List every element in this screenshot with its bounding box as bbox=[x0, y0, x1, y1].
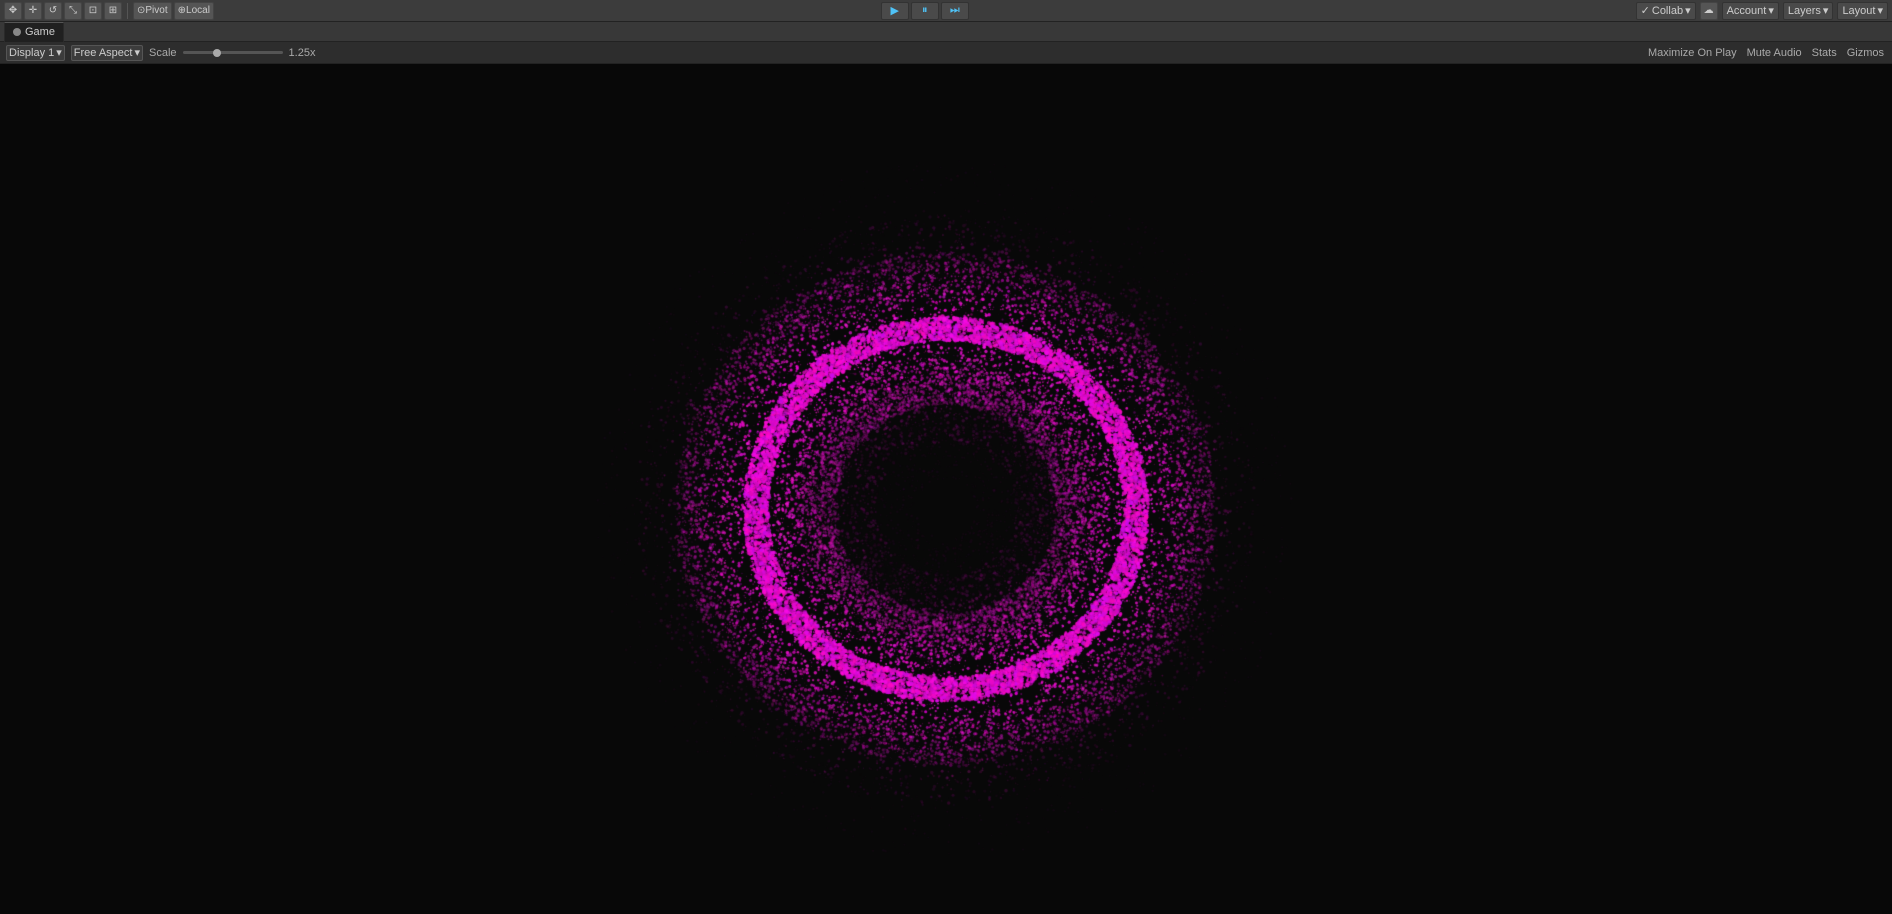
tab-bar: Game bbox=[0, 22, 1892, 42]
layers-chevron-icon: ▾ bbox=[1823, 4, 1829, 17]
scale-tool-button[interactable]: ⤡ bbox=[64, 2, 82, 20]
scale-slider[interactable] bbox=[183, 51, 283, 54]
collab-chevron-icon: ▾ bbox=[1685, 4, 1691, 17]
rect-tool-button[interactable]: ⊡ bbox=[84, 2, 102, 20]
layout-label: Layout bbox=[1842, 5, 1875, 17]
game-viewport bbox=[0, 64, 1892, 914]
aspect-chevron-icon: ▾ bbox=[134, 46, 140, 59]
pivot-button[interactable]: ⊙ Pivot bbox=[133, 2, 172, 20]
transform-tool-button[interactable]: ✥ bbox=[4, 2, 22, 20]
rotate-tool-button[interactable]: ↺ bbox=[44, 2, 62, 20]
scale-label: Scale bbox=[149, 47, 177, 59]
game-toolbar: Display 1 ▾ Free Aspect ▾ Scale 1.25x Ma… bbox=[0, 42, 1892, 64]
cloud-icon: ☁ bbox=[1704, 5, 1714, 16]
mute-audio-button[interactable]: Mute Audio bbox=[1745, 47, 1804, 59]
account-chevron-icon: ▾ bbox=[1768, 4, 1774, 17]
game-tab-icon bbox=[13, 28, 21, 36]
layout-chevron-icon: ▾ bbox=[1877, 4, 1883, 17]
display-select[interactable]: Display 1 ▾ bbox=[6, 45, 65, 61]
step-button[interactable]: ⏭ bbox=[941, 2, 969, 20]
local-button[interactable]: ⊕ Local bbox=[174, 2, 214, 20]
play-controls: ▶ ⏸ ⏭ bbox=[216, 2, 1634, 20]
display-chevron-icon: ▾ bbox=[56, 46, 62, 59]
top-toolbar: ✥ ✛ ↺ ⤡ ⊡ ⊞ ⊙ Pivot ⊕ Local ▶ ⏸ ⏭ ✓ Coll… bbox=[0, 0, 1892, 22]
layout-dropdown[interactable]: Layout ▾ bbox=[1837, 2, 1888, 20]
local-icon: ⊕ bbox=[178, 5, 186, 16]
display-label: Display 1 bbox=[9, 47, 54, 59]
aspect-label: Free Aspect bbox=[74, 47, 133, 59]
gizmos-button[interactable]: Gizmos bbox=[1845, 47, 1886, 59]
pause-button[interactable]: ⏸ bbox=[911, 2, 939, 20]
collab-check: ✓ bbox=[1641, 4, 1650, 17]
pivot-label: Pivot bbox=[145, 5, 167, 16]
toolbar-right: ✓ Collab ▾ ☁ Account ▾ Layers ▾ Layout ▾ bbox=[1636, 2, 1888, 20]
scale-value: 1.25x bbox=[289, 47, 316, 59]
game-tab[interactable]: Game bbox=[4, 22, 64, 42]
scale-thumb bbox=[213, 49, 221, 57]
particle-effect-canvas bbox=[0, 64, 1892, 914]
stats-button[interactable]: Stats bbox=[1810, 47, 1839, 59]
game-toolbar-right: Maximize On Play Mute Audio Stats Gizmos bbox=[1646, 47, 1886, 59]
account-dropdown[interactable]: Account ▾ bbox=[1722, 2, 1779, 20]
account-label: Account bbox=[1727, 5, 1767, 17]
aspect-select[interactable]: Free Aspect ▾ bbox=[71, 45, 143, 61]
collab-dropdown[interactable]: ✓ Collab ▾ bbox=[1636, 2, 1696, 20]
pivot-icon: ⊙ bbox=[137, 5, 145, 16]
cloud-button[interactable]: ☁ bbox=[1700, 2, 1718, 20]
toolbar-sep-1 bbox=[127, 3, 128, 19]
play-button[interactable]: ▶ bbox=[881, 2, 909, 20]
layers-label: Layers bbox=[1788, 5, 1821, 17]
collab-label: Collab bbox=[1652, 5, 1683, 17]
transform2-tool-button[interactable]: ⊞ bbox=[104, 2, 122, 20]
game-tab-label: Game bbox=[25, 26, 55, 38]
layers-dropdown[interactable]: Layers ▾ bbox=[1783, 2, 1834, 20]
local-label: Local bbox=[186, 5, 210, 16]
maximize-on-play-button[interactable]: Maximize On Play bbox=[1646, 47, 1739, 59]
move-tool-button[interactable]: ✛ bbox=[24, 2, 42, 20]
